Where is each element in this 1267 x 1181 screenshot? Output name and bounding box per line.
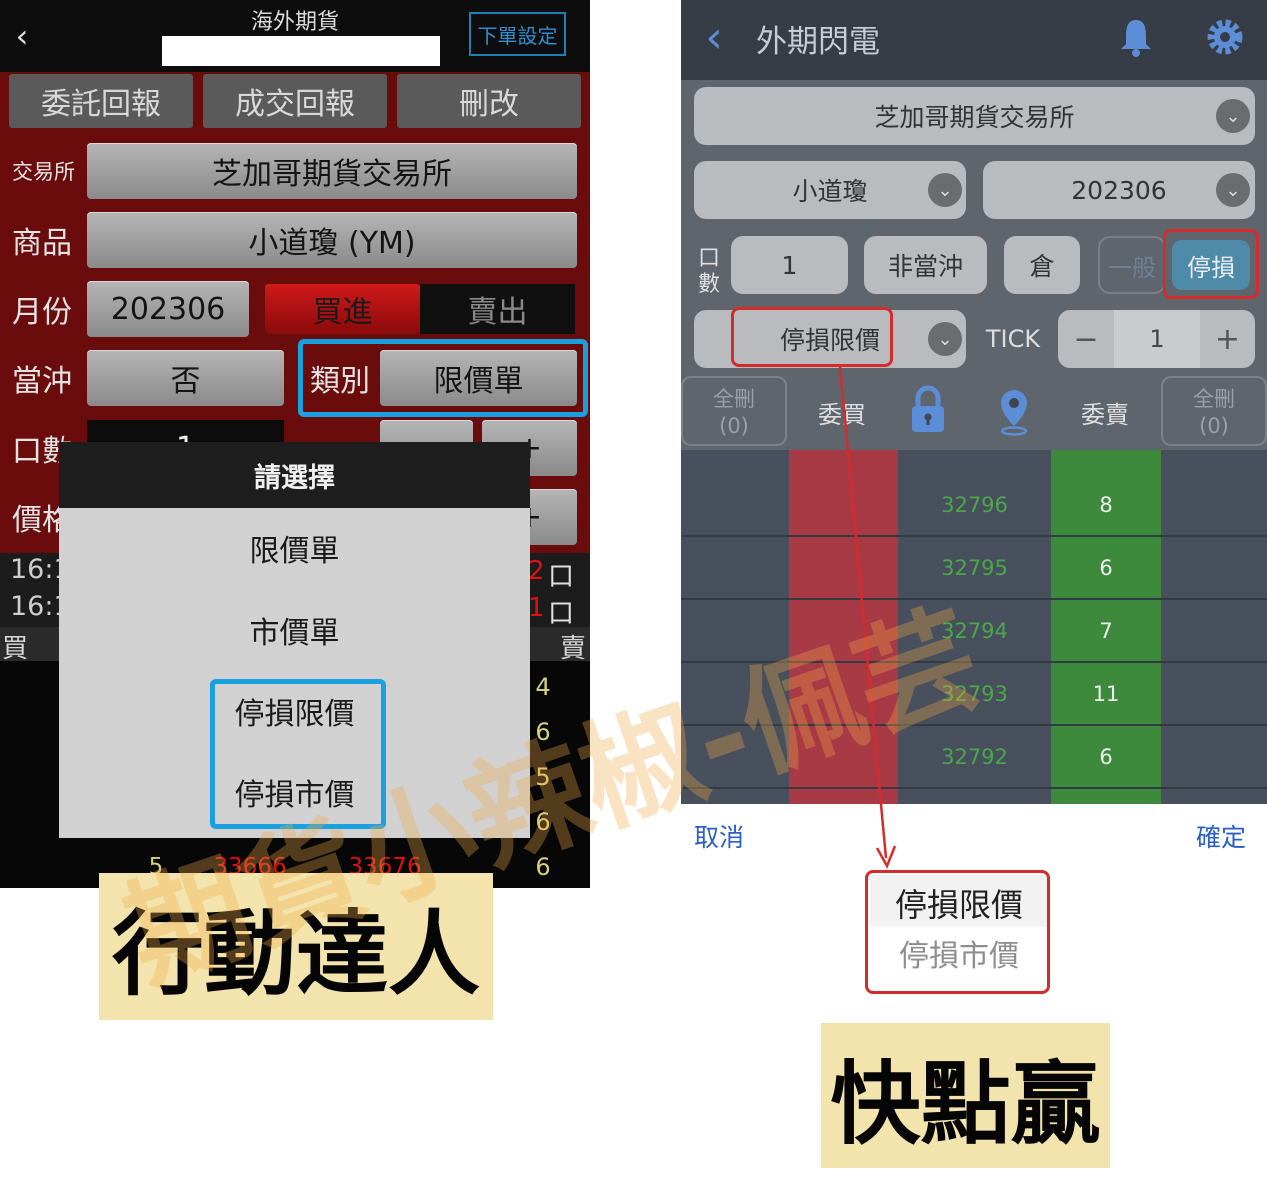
- exchange-select-label: 芝加哥期貨交易所: [874, 103, 1075, 132]
- order-type-highlight: [298, 339, 588, 417]
- month-select[interactable]: 202306: [87, 281, 249, 337]
- ladder-ask-qty[interactable]: 8: [1051, 475, 1161, 535]
- popup-option-limit[interactable]: 限價單: [59, 518, 530, 578]
- daytrade-button[interactable]: 非當沖: [864, 236, 987, 294]
- product-select-label: 小道瓊: [792, 177, 868, 206]
- sell-button[interactable]: 賣出: [420, 284, 575, 334]
- order-settings-button[interactable]: 下單設定: [469, 12, 566, 56]
- book-ask-qty: 6: [535, 808, 551, 836]
- ladder-ask-qty[interactable]: 6: [1051, 538, 1161, 598]
- delete-all-sell-label: 全刪: [1193, 387, 1235, 411]
- fill-lots-2-unit: 口: [548, 599, 575, 629]
- ask-order-column[interactable]: [1161, 450, 1267, 804]
- tick-input[interactable]: 1: [1114, 310, 1200, 368]
- tab-modify[interactable]: 刪改: [397, 74, 581, 128]
- book-buy-header: 買: [2, 634, 29, 664]
- location-pin-icon[interactable]: [996, 388, 1032, 436]
- book-sell-header: 賣: [560, 634, 587, 664]
- product-label: 商品: [12, 226, 72, 261]
- qty-input[interactable]: 1: [731, 236, 848, 294]
- ladder-ask-qty[interactable]: 11: [1051, 664, 1161, 724]
- product-select[interactable]: 小道瓊: [694, 161, 966, 219]
- buy-button[interactable]: 買進: [265, 284, 420, 334]
- redacted-account-box: [162, 36, 440, 66]
- back-chevron-icon[interactable]: ‹: [697, 12, 731, 63]
- tick-minus-button[interactable]: −: [1058, 310, 1114, 368]
- chevron-down-icon: ⌄: [1216, 173, 1250, 207]
- book-ask-qty: 5: [535, 763, 551, 791]
- ladder-ask-qty[interactable]: 6: [1051, 727, 1161, 787]
- tick-plus-button[interactable]: +: [1200, 310, 1255, 368]
- daytrade-label: 當沖: [12, 364, 72, 399]
- qty-label-char-2: 數: [697, 272, 720, 297]
- left-caption: 行動達人: [99, 873, 493, 1020]
- exchange-label: 交易所: [12, 160, 75, 184]
- picker-highlight: [865, 870, 1050, 994]
- fill-lots-2-num: 1: [528, 593, 545, 623]
- chevron-down-icon: ⌄: [928, 173, 962, 207]
- ask-header: 委賣: [1081, 400, 1129, 429]
- back-chevron-icon[interactable]: ‹: [4, 16, 40, 56]
- book-ask-qty: 4: [535, 673, 551, 701]
- stop-mode-highlight: [1163, 229, 1259, 299]
- chevron-down-icon: ⌄: [1216, 99, 1250, 133]
- fill-lots-1-num: 2: [528, 556, 545, 586]
- delete-all-sell-count: (0): [1199, 414, 1229, 438]
- book-ask-qty: 6: [535, 718, 551, 746]
- right-caption: 快點贏: [821, 1023, 1110, 1168]
- bell-icon[interactable]: [1118, 16, 1154, 58]
- daytrade-select[interactable]: 否: [87, 350, 284, 406]
- tick-label: TICK: [985, 325, 1041, 353]
- left-page-title: 海外期貨: [250, 10, 339, 35]
- product-select[interactable]: 小道瓊 (YM): [87, 212, 577, 268]
- month-label: 月份: [12, 295, 72, 330]
- red-arrow-connector: [838, 365, 897, 869]
- month-select-label: 202306: [1071, 175, 1167, 205]
- book-ask-qty: 6: [535, 853, 551, 881]
- position-button[interactable]: 倉: [1004, 236, 1080, 294]
- fill-lots-1-unit: 口: [548, 562, 575, 592]
- popup-option-market[interactable]: 市價單: [59, 600, 530, 660]
- exchange-select[interactable]: 芝加哥期貨交易所: [694, 87, 1255, 145]
- tab-order-report[interactable]: 委託回報: [9, 74, 193, 128]
- month-select[interactable]: 202306: [983, 161, 1255, 219]
- tab-fill-report[interactable]: 成交回報: [203, 74, 387, 128]
- stop-options-highlight: [210, 679, 386, 829]
- right-page-title: 外期閃電: [756, 24, 880, 60]
- popup-title: 請選擇: [59, 442, 530, 508]
- mode-normal-button[interactable]: 一般: [1098, 236, 1166, 294]
- gear-icon[interactable]: [1204, 16, 1246, 58]
- exchange-select[interactable]: 芝加哥期貨交易所: [87, 143, 577, 199]
- confirm-button[interactable]: 確定: [1196, 818, 1266, 854]
- ladder-ask-qty[interactable]: 7: [1051, 601, 1161, 661]
- chevron-down-icon: ⌄: [928, 322, 962, 356]
